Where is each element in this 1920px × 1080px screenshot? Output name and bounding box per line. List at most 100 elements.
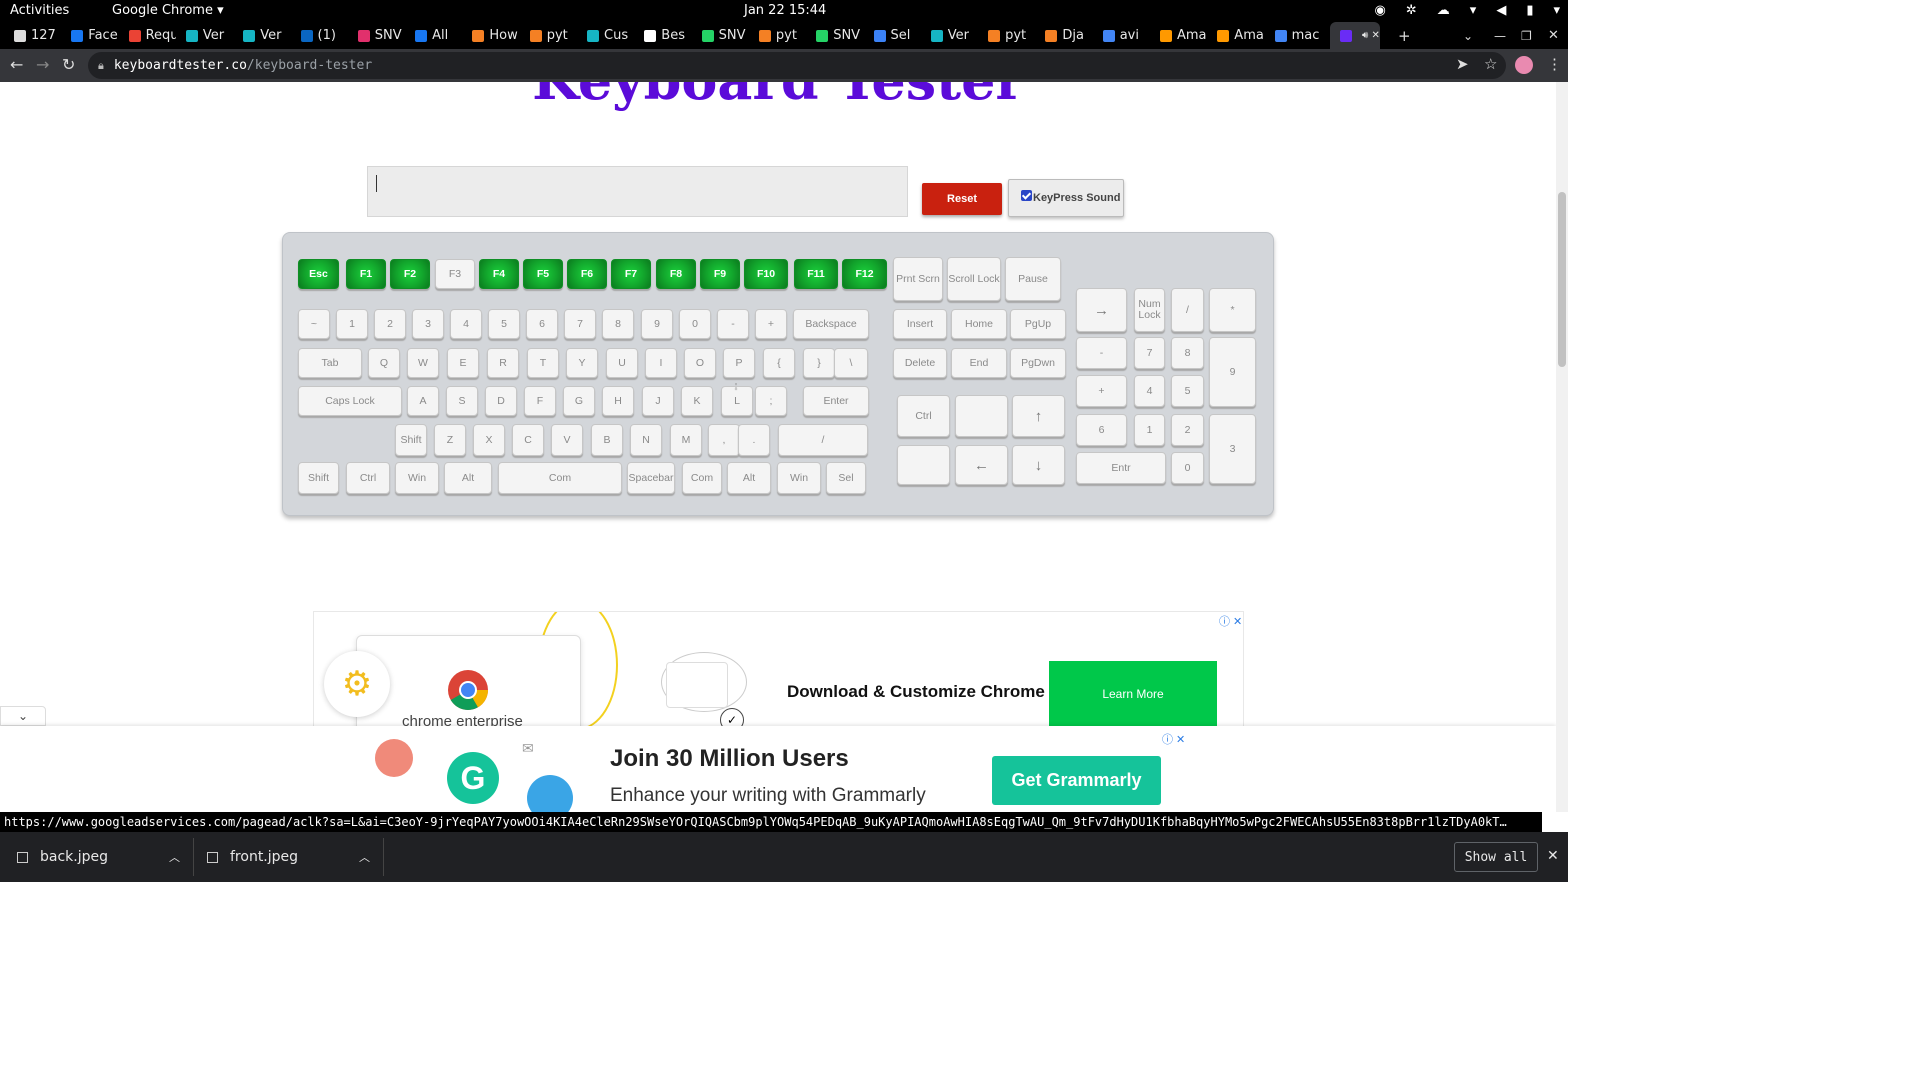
new-tab-button[interactable]: +	[1398, 22, 1411, 49]
key[interactable]: 8	[1171, 337, 1204, 369]
browser-tab[interactable]: Ver	[176, 22, 233, 49]
browser-tab[interactable]: Dja	[1035, 22, 1092, 49]
browser-tab[interactable]: All	[405, 22, 462, 49]
key[interactable]: Pause	[1005, 257, 1061, 301]
key[interactable]: F8	[656, 259, 696, 289]
browser-tab[interactable]: Ama	[1207, 22, 1264, 49]
key[interactable]	[897, 445, 950, 485]
key[interactable]: Enter	[803, 386, 869, 416]
lock-icon[interactable]: 🔒︎	[98, 59, 104, 73]
key[interactable]: 2	[1171, 414, 1204, 446]
key[interactable]: F10	[744, 259, 788, 289]
key[interactable]: -	[717, 309, 749, 339]
key[interactable]: R	[487, 348, 519, 378]
key[interactable]: D	[485, 386, 517, 416]
browser-tab[interactable]: 🔊︎ ✕	[1330, 22, 1380, 49]
grammarly-ad[interactable]: ✉ G Join 30 Million Users Enhance your w…	[367, 730, 1188, 812]
key[interactable]: F3	[435, 259, 475, 289]
key[interactable]: F	[524, 386, 556, 416]
browser-tab[interactable]: pyt	[978, 22, 1035, 49]
key[interactable]: 5	[488, 309, 520, 339]
browser-tab[interactable]: Cus	[577, 22, 634, 49]
keypress-sound-toggle[interactable]: KeyPress Sound	[1008, 179, 1124, 217]
key[interactable]: 7	[564, 309, 596, 339]
key[interactable]: Esc	[298, 259, 339, 289]
back-arrow-icon[interactable]: ←	[10, 55, 23, 74]
volume-icon[interactable]: ◀	[1496, 3, 1506, 18]
key[interactable]: 4	[450, 309, 482, 339]
key[interactable]: 0	[1171, 452, 1204, 484]
checkbox-checked-icon[interactable]	[1021, 189, 1032, 201]
browser-tab[interactable]: (1)	[291, 22, 348, 49]
key[interactable]: Y	[566, 348, 598, 378]
key[interactable]: .	[738, 424, 770, 456]
key[interactable]: -	[1076, 337, 1127, 369]
key[interactable]: ~	[298, 309, 330, 339]
key[interactable]: S	[446, 386, 478, 416]
key[interactable]: Z	[434, 424, 466, 456]
key[interactable]: F4	[479, 259, 519, 289]
browser-tab[interactable]: Ama	[1150, 22, 1207, 49]
browser-tab[interactable]: avi	[1093, 22, 1150, 49]
tab-audio-close-icon[interactable]: 🔊︎ ✕	[1362, 30, 1380, 41]
browser-tab[interactable]: Requ	[119, 22, 176, 49]
browser-tab[interactable]: Ver	[921, 22, 978, 49]
ad-headline[interactable]: Join 30 Million Users	[610, 745, 849, 773]
minimize-window-button[interactable]: —	[1494, 22, 1506, 49]
key[interactable]: B	[591, 424, 623, 456]
key[interactable]: 1	[1134, 414, 1165, 446]
browser-tab[interactable]: Ver	[233, 22, 290, 49]
key[interactable]: '	[735, 381, 737, 392]
key[interactable]: 3	[412, 309, 444, 339]
key[interactable]: PgUp	[1010, 309, 1066, 339]
key[interactable]: Backspace	[793, 309, 869, 339]
key[interactable]: ,	[708, 424, 740, 456]
key[interactable]: Insert	[893, 309, 947, 339]
download-item-back[interactable]: back.jpeg ︿	[17, 832, 187, 882]
activities-button[interactable]: Activities	[10, 3, 69, 18]
key[interactable]: A	[407, 386, 439, 416]
key[interactable]: \	[834, 348, 868, 378]
key[interactable]: J	[642, 386, 674, 416]
ad-headline[interactable]: Download & Customize Chrome	[787, 682, 1045, 702]
key[interactable]: 8	[602, 309, 634, 339]
key[interactable]: PgDwn	[1010, 348, 1066, 378]
key[interactable]: X	[473, 424, 505, 456]
key[interactable]: V	[551, 424, 583, 456]
chevron-up-icon[interactable]: ︿	[169, 849, 180, 865]
key[interactable]	[955, 395, 1008, 437]
clock[interactable]: Jan 22 15:44	[744, 3, 826, 18]
key[interactable]: U	[606, 348, 638, 378]
scrollbar-thumb[interactable]	[1558, 192, 1566, 367]
tab-search-icon[interactable]: ⌄	[1463, 22, 1473, 49]
key[interactable]: Scroll Lock	[947, 257, 1001, 301]
key[interactable]: N	[630, 424, 662, 456]
browser-tab[interactable]: How	[462, 22, 519, 49]
bookmark-star-icon[interactable]: ☆	[1484, 55, 1497, 73]
key[interactable]: ←	[955, 445, 1008, 485]
key[interactable]: F7	[611, 259, 651, 289]
browser-tab[interactable]: SNV	[692, 22, 749, 49]
key[interactable]: F1	[346, 259, 386, 289]
slack-icon[interactable]: ✲	[1406, 3, 1417, 18]
key-test-textarea[interactable]	[367, 166, 908, 217]
key[interactable]: 3	[1209, 414, 1256, 484]
reload-icon[interactable]: ↻	[62, 55, 75, 74]
key[interactable]: I	[645, 348, 677, 378]
key[interactable]: }	[803, 348, 835, 378]
wifi-icon[interactable]: ▾	[1470, 3, 1477, 18]
key[interactable]: Shift	[298, 462, 339, 494]
key[interactable]: Caps Lock	[298, 386, 402, 416]
key[interactable]: Num Lock	[1134, 288, 1165, 332]
key[interactable]: K	[681, 386, 713, 416]
address-bar[interactable]: 🔒︎ keyboardtester.co/keyboard-tester	[88, 52, 1506, 79]
system-tray[interactable]: ◉ ✲ ☁ ▾ ◀ ▮ ▾	[1375, 3, 1560, 18]
key[interactable]: P	[723, 348, 755, 378]
key[interactable]: {	[763, 348, 795, 378]
key[interactable]: Ctrl	[897, 395, 950, 437]
key[interactable]: Alt	[727, 462, 771, 494]
key[interactable]: Delete	[893, 348, 947, 378]
browser-tab[interactable]: pyt	[520, 22, 577, 49]
screenshot-icon[interactable]: ◉	[1375, 3, 1386, 18]
key[interactable]: Prnt Scrn	[893, 257, 943, 301]
